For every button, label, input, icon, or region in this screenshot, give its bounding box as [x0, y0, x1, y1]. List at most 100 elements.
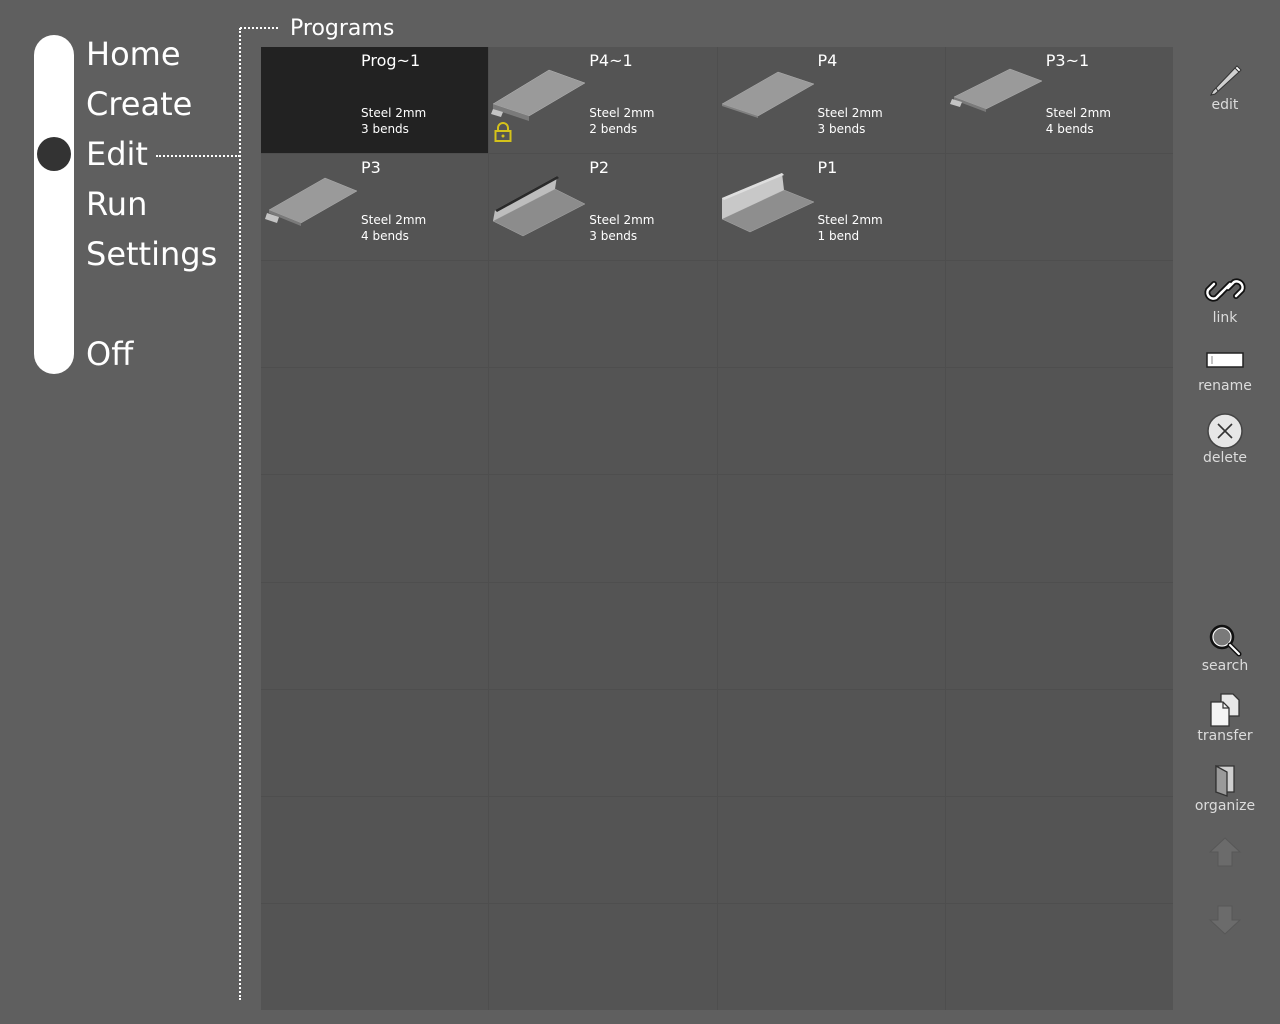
link-button[interactable]: link	[1190, 270, 1260, 326]
title-connector-line	[240, 27, 278, 29]
program-name: P1	[817, 158, 838, 178]
empty-slot[interactable]	[945, 475, 1173, 582]
arrow-up-icon	[1208, 837, 1242, 867]
scroll-down-button[interactable]	[1190, 904, 1260, 936]
delete-button[interactable]: delete	[1190, 412, 1260, 466]
empty-slot[interactable]	[945, 796, 1173, 903]
empty-slot[interactable]	[945, 903, 1173, 1010]
empty-slot[interactable]	[717, 475, 945, 582]
program-bends: 4 bends	[1045, 122, 1094, 136]
lock-icon	[494, 122, 512, 142]
pencil-icon	[1210, 65, 1242, 96]
folder-book-icon	[1215, 764, 1235, 797]
program-tile-p4-1[interactable]: P4~1 Steel 2mm 2 bends	[489, 47, 717, 154]
program-name: P3	[361, 158, 381, 178]
empty-slot[interactable]	[489, 368, 717, 475]
nav-slider-track[interactable]	[34, 35, 74, 374]
program-tile-p4[interactable]: P4 Steel 2mm 3 bends	[717, 47, 945, 154]
nav-item-home[interactable]: Home	[86, 34, 181, 74]
empty-slot[interactable]	[945, 368, 1173, 475]
app-window: Home Create Edit Run Settings Off Progra…	[0, 0, 1280, 1024]
program-material: Steel 2mm	[817, 213, 883, 228]
program-bends: 3 bends	[817, 122, 866, 136]
scroll-up-button[interactable]	[1190, 836, 1260, 868]
part-thumbnail-icon	[265, 177, 358, 227]
empty-slot[interactable]	[945, 154, 1173, 261]
link-label: link	[1212, 310, 1238, 326]
empty-slot[interactable]	[489, 903, 717, 1010]
empty-slot[interactable]	[717, 796, 945, 903]
program-name: Prog~1	[361, 51, 421, 70]
empty-slot[interactable]	[489, 261, 717, 368]
part-thumbnail-icon	[720, 173, 815, 233]
magnifier-icon	[1209, 624, 1242, 657]
transfer-button[interactable]: transfer	[1190, 692, 1260, 744]
empty-slot[interactable]	[945, 689, 1173, 796]
rename-label: rename	[1198, 378, 1252, 394]
empty-slot[interactable]	[489, 582, 717, 689]
program-tile-p3-1[interactable]: P3~1 Steel 2mm 4 bends	[945, 47, 1173, 154]
transfer-label: transfer	[1197, 728, 1253, 744]
search-button[interactable]: search	[1190, 622, 1260, 674]
program-material: Steel 2mm	[589, 213, 655, 228]
nav-item-create[interactable]: Create	[86, 84, 192, 124]
program-tile-prog-1[interactable]: Prog~1 Steel 2mm 3 bends	[261, 47, 489, 154]
empty-slot[interactable]	[261, 903, 489, 1010]
search-label: search	[1201, 658, 1249, 674]
nav-item-off[interactable]: Off	[86, 334, 133, 374]
delete-circle-icon	[1207, 413, 1243, 449]
arrow-down-icon	[1208, 905, 1242, 935]
empty-slot[interactable]	[717, 689, 945, 796]
empty-slot[interactable]	[717, 261, 945, 368]
nav-slider-knob[interactable]	[37, 137, 71, 171]
nav-item-settings[interactable]: Settings	[86, 234, 217, 274]
empty-slot[interactable]	[489, 796, 717, 903]
program-name: P2	[589, 158, 610, 178]
program-bends: 3 bends	[589, 229, 638, 244]
program-tile-p1[interactable]: P1 Steel 2mm 1 bend	[717, 154, 945, 261]
empty-slot[interactable]	[261, 582, 489, 689]
organize-button[interactable]: organize	[1190, 762, 1260, 814]
program-name: P4	[817, 51, 838, 70]
empty-slot[interactable]	[489, 475, 717, 582]
rename-field-icon	[1206, 352, 1244, 368]
program-tile-p2[interactable]: P2 Steel 2mm 3 bends	[489, 154, 717, 261]
empty-slot[interactable]	[261, 475, 489, 582]
empty-slot[interactable]	[261, 261, 489, 368]
program-material: Steel 2mm	[361, 106, 427, 120]
program-name: P3~1	[1045, 51, 1090, 70]
empty-slot[interactable]	[261, 689, 489, 796]
program-material: Steel 2mm	[1045, 106, 1111, 120]
panel-divider-line	[239, 28, 241, 1000]
empty-slot[interactable]	[717, 368, 945, 475]
empty-slot[interactable]	[945, 261, 1173, 368]
program-bends: 1 bend	[817, 229, 860, 244]
program-material: Steel 2mm	[361, 213, 427, 228]
program-material: Steel 2mm	[589, 106, 655, 120]
program-material: Steel 2mm	[817, 106, 883, 120]
delete-label: delete	[1202, 450, 1248, 466]
rename-button[interactable]: rename	[1190, 350, 1260, 394]
nav-connector-line	[156, 155, 240, 157]
copy-documents-icon	[1210, 693, 1240, 727]
part-thumbnail-icon	[949, 68, 1043, 112]
part-thumbnail-icon	[492, 176, 586, 237]
empty-slot[interactable]	[261, 368, 489, 475]
program-tile-p3[interactable]: P3 Steel 2mm 4 bends	[261, 154, 489, 261]
edit-button[interactable]: edit	[1190, 63, 1260, 113]
edit-label: edit	[1211, 97, 1239, 113]
program-grid: Prog~1 Steel 2mm 3 bends P4~1 Steel 2mm …	[261, 47, 1173, 1010]
link-icon	[1204, 278, 1246, 302]
empty-slot[interactable]	[261, 796, 489, 903]
programs-title: Programs	[290, 16, 395, 41]
program-bends: 4 bends	[361, 229, 409, 244]
empty-slot[interactable]	[717, 903, 945, 1010]
organize-label: organize	[1194, 798, 1256, 814]
program-bends: 3 bends	[361, 122, 409, 136]
nav-item-run[interactable]: Run	[86, 184, 147, 224]
empty-slot[interactable]	[945, 582, 1173, 689]
empty-slot[interactable]	[717, 582, 945, 689]
nav-item-edit[interactable]: Edit	[86, 134, 148, 174]
program-bends: 2 bends	[589, 122, 638, 136]
empty-slot[interactable]	[489, 689, 717, 796]
